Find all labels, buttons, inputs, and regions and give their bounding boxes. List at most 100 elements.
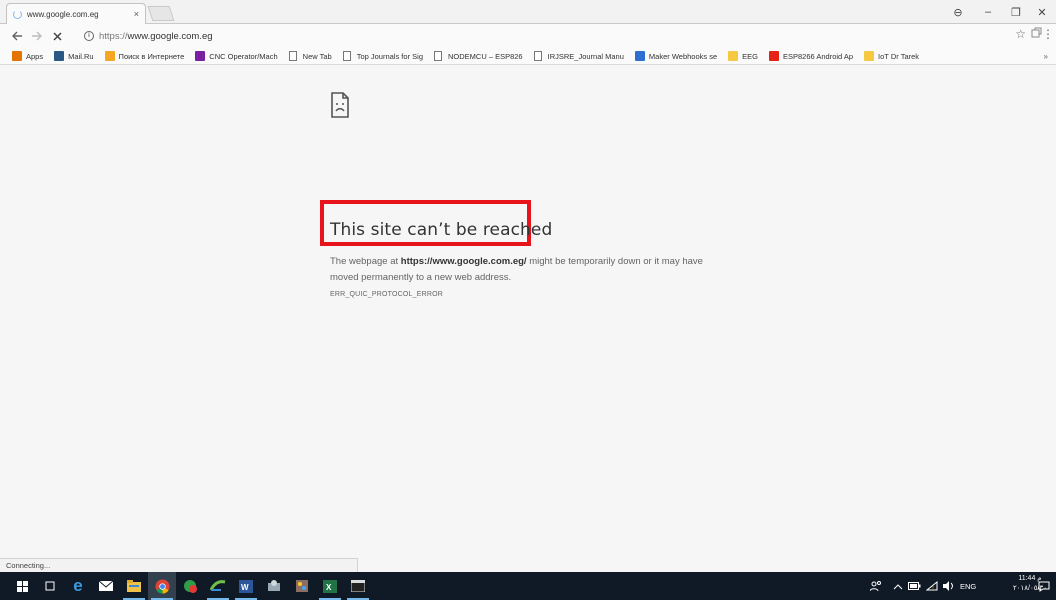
stop-button[interactable]: [48, 27, 66, 45]
info-icon[interactable]: i: [84, 31, 94, 41]
bookmark-label: Maker Webhooks se: [648, 51, 718, 61]
volume-icon[interactable]: [942, 572, 954, 600]
taskbar-app-colorful[interactable]: [288, 572, 316, 600]
bookmark-item[interactable]: IoT Dr Tarek: [864, 51, 919, 61]
loading-spinner-icon: [13, 9, 22, 19]
tab-close-button[interactable]: ×: [134, 9, 139, 19]
taskbar-terminal[interactable]: [344, 572, 372, 600]
chrome-icon: [154, 578, 170, 594]
extension-icon[interactable]: [1031, 27, 1042, 41]
task-view-icon: [45, 581, 55, 591]
error-title: This site can’t be reached: [330, 220, 553, 240]
taskbar-mail[interactable]: [92, 572, 120, 600]
youtube-icon: [768, 51, 779, 61]
search-globe-icon: [104, 51, 115, 61]
bookmark-item[interactable]: Top Journals for Sig: [342, 51, 423, 61]
taskbar-explorer[interactable]: [120, 572, 148, 600]
maker-icon: [634, 51, 645, 61]
network-icon[interactable]: !: [926, 572, 938, 600]
mailru-icon: [54, 51, 65, 61]
back-button[interactable]: [8, 27, 26, 45]
stop-x-icon: [52, 31, 62, 41]
new-tab-button[interactable]: [147, 6, 175, 21]
bookmark-item[interactable]: Mail.Ru: [54, 51, 94, 61]
folder-icon: [728, 51, 739, 61]
bookmarks-bar: Apps Mail.Ru Поиск в Интернете CNC Operator…: [0, 48, 1056, 65]
arrow-app-icon: [210, 580, 226, 591]
word-icon: W: [239, 579, 253, 593]
bookmarks-overflow-button[interactable]: »: [1044, 48, 1048, 64]
notifications-icon[interactable]: [1038, 572, 1050, 600]
error-body-line2: moved permanently to a new web address.: [330, 272, 512, 283]
page-icon: [533, 51, 542, 61]
taskbar-excel[interactable]: X: [316, 572, 344, 600]
forward-arrow-icon: [32, 31, 42, 41]
svg-text:!: !: [932, 586, 934, 591]
apps-grid-icon: [12, 51, 22, 61]
taskbar-app-green[interactable]: [176, 572, 204, 600]
profile-icon[interactable]: ⊖: [944, 0, 972, 24]
taskbar-app-gray[interactable]: [260, 572, 288, 600]
url-host: www.google.com.eg: [127, 30, 213, 42]
m-logo-icon: [195, 51, 206, 61]
bookmark-item[interactable]: IRJSRE_Journal Manu: [533, 51, 624, 61]
bookmark-item[interactable]: EEG: [728, 51, 758, 61]
bookmark-star-icon[interactable]: ☆: [1015, 27, 1026, 41]
minimize-button[interactable]: –: [974, 0, 1002, 24]
restore-button[interactable]: ❐: [1002, 0, 1030, 24]
bookmark-label: IoT Dr Tarek: [878, 51, 920, 61]
sad-page-icon: [331, 92, 349, 118]
svg-text:W: W: [241, 583, 249, 592]
mail-icon: [99, 581, 113, 591]
app-badge-icon: [183, 579, 197, 593]
address-bar[interactable]: i https:// www.google.com.eg: [72, 27, 1024, 45]
taskbar-app-arrow[interactable]: [204, 572, 232, 600]
page-content: [0, 66, 1056, 572]
error-code[interactable]: ERR_QUIC_PROTOCOL_ERROR: [330, 291, 443, 298]
bookmark-label: Поиск в Интернете: [118, 51, 185, 61]
bookmark-label: EEG: [742, 51, 758, 61]
menu-kebab-icon[interactable]: ⋮: [1042, 27, 1054, 41]
bookmark-item[interactable]: New Tab: [288, 51, 332, 61]
taskbar-edge[interactable]: e: [64, 572, 92, 600]
error-body-prefix: The webpage at: [330, 256, 401, 267]
page-icon: [288, 51, 297, 61]
bookmark-item[interactable]: Maker Webhooks se: [634, 51, 718, 61]
close-window-button[interactable]: ✕: [1028, 0, 1056, 24]
start-button[interactable]: [8, 572, 36, 600]
language-indicator[interactable]: ENG: [960, 572, 976, 600]
terminal-icon: [351, 580, 365, 592]
error-url: https://www.google.com.eg/: [400, 256, 527, 267]
bookmark-item[interactable]: Apps: [12, 51, 43, 61]
bookmark-label: CNC Operator/Mach: [209, 51, 278, 61]
bookmark-label: Top Journals for Sig: [356, 51, 423, 61]
taskbar-chrome[interactable]: [148, 572, 176, 600]
tool-icon: [268, 579, 280, 591]
bookmark-item[interactable]: Поиск в Интернете: [104, 51, 185, 61]
bookmark-item[interactable]: CNC Operator/Mach: [195, 51, 278, 61]
bookmark-label: Mail.Ru: [68, 51, 94, 61]
paint-app-icon: [296, 580, 308, 592]
bookmark-label: New Tab: [302, 51, 332, 61]
folder-icon: [864, 51, 875, 61]
page-icon: [342, 51, 351, 61]
chevron-up-icon[interactable]: [893, 572, 903, 600]
bookmark-item[interactable]: ESP8266 Android Ap: [768, 51, 854, 61]
forward-button[interactable]: [28, 27, 46, 45]
windows-logo-icon: [16, 580, 28, 592]
bookmark-label: NODEMCU – ESP826: [448, 51, 523, 61]
svg-text:X: X: [326, 583, 332, 592]
browser-tab[interactable]: www.google.com.eg ×: [6, 3, 146, 24]
bookmark-label: IRJSRE_Journal Manu: [547, 51, 624, 61]
tab-title: www.google.com.eg: [27, 9, 99, 19]
url-scheme: https://: [99, 30, 128, 42]
taskbar-word[interactable]: W: [232, 572, 260, 600]
battery-icon[interactable]: [908, 572, 921, 600]
error-body-mid: might be temporarily down or it may have: [526, 256, 703, 267]
people-icon[interactable]: [870, 572, 882, 600]
bookmark-label: ESP8266 Android Ap: [782, 51, 854, 61]
toolbar: i https:// www.google.com.eg: [0, 24, 1056, 48]
page-icon: [434, 51, 442, 61]
task-view-button[interactable]: [36, 572, 64, 600]
bookmark-item[interactable]: NODEMCU – ESP826: [434, 51, 523, 61]
